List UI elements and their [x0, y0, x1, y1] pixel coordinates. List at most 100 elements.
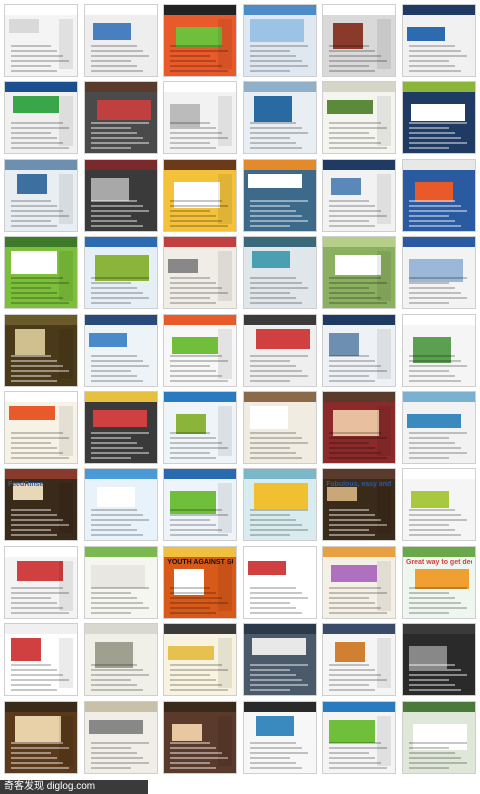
website-thumbnail[interactable] — [322, 236, 397, 310]
thumbnail-text-line — [329, 224, 376, 227]
thumbnail-content-block — [168, 646, 215, 661]
thumbnail-text-line — [11, 55, 63, 57]
website-thumbnail[interactable] — [322, 623, 397, 697]
website-thumbnail[interactable] — [4, 623, 78, 697]
website-thumbnail[interactable] — [322, 4, 397, 77]
website-thumbnail[interactable] — [322, 158, 397, 232]
website-thumbnail[interactable] — [83, 390, 158, 464]
website-thumbnail[interactable] — [83, 158, 158, 232]
website-thumbnail[interactable] — [163, 4, 238, 77]
thumbnail-text-line — [249, 70, 290, 72]
thumbnail-text-line — [408, 679, 449, 682]
thumbnail-sidebar — [59, 560, 73, 611]
thumbnail-text-line — [329, 199, 370, 202]
website-thumbnail[interactable] — [322, 545, 397, 619]
thumbnail-header-bar — [84, 159, 157, 170]
thumbnail-text-line — [408, 287, 455, 290]
website-thumbnail[interactable] — [83, 545, 158, 619]
website-thumbnail[interactable] — [401, 623, 476, 697]
website-thumbnail[interactable] — [163, 623, 238, 697]
website-thumbnail[interactable] — [401, 700, 476, 774]
website-thumbnail[interactable] — [83, 468, 158, 542]
website-thumbnail[interactable] — [83, 81, 158, 155]
website-thumbnail[interactable] — [242, 236, 317, 310]
website-thumbnail[interactable] — [4, 545, 78, 619]
website-thumbnail[interactable] — [322, 81, 397, 155]
website-thumbnail[interactable] — [163, 313, 238, 387]
website-thumbnail[interactable] — [163, 81, 238, 155]
website-thumbnail[interactable] — [401, 4, 476, 77]
website-thumbnail[interactable]: Great way to get deo online. — [401, 545, 476, 619]
website-thumbnail[interactable] — [322, 390, 397, 464]
website-thumbnail[interactable] — [242, 4, 317, 77]
website-thumbnail[interactable] — [83, 4, 158, 77]
website-thumbnail[interactable] — [401, 158, 476, 232]
website-thumbnail[interactable] — [83, 700, 158, 774]
website-thumbnail[interactable] — [401, 468, 476, 542]
thumbnail-text-line — [408, 761, 467, 764]
thumbnail-text-line — [170, 282, 217, 285]
website-thumbnail[interactable] — [4, 700, 78, 774]
thumbnail-text-line — [11, 761, 63, 764]
thumbnail-text-line — [329, 209, 382, 212]
website-thumbnail[interactable] — [242, 158, 317, 232]
website-thumbnail[interactable] — [401, 390, 476, 464]
thumbnail-content-block — [172, 336, 219, 354]
website-thumbnail[interactable]: FeedRinse — [4, 468, 78, 542]
thumbnail-text-line — [11, 514, 57, 517]
website-thumbnail[interactable] — [242, 623, 317, 697]
thumbnail-text-line — [11, 359, 57, 362]
thumbnail-text-line — [408, 292, 461, 295]
thumbnail-text-line — [11, 509, 51, 512]
thumbnail-sidebar — [218, 560, 233, 611]
website-thumbnail[interactable] — [401, 236, 476, 310]
thumbnail-text-line — [408, 65, 455, 67]
thumbnail-text-line — [11, 132, 51, 135]
website-thumbnail[interactable]: YOUTH AGAINST SUDOKU — [163, 545, 238, 619]
website-thumbnail[interactable] — [83, 623, 158, 697]
thumbnail-text-line — [170, 431, 211, 434]
website-thumbnail[interactable] — [401, 313, 476, 387]
thumbnail-text-line — [170, 224, 229, 227]
thumbnail-text-line — [11, 50, 57, 52]
thumbnail-text-line — [170, 142, 211, 145]
website-thumbnail[interactable] — [4, 236, 78, 310]
website-thumbnail[interactable] — [163, 236, 238, 310]
thumbnail-text-line — [170, 132, 223, 135]
website-thumbnail[interactable] — [163, 158, 238, 232]
website-thumbnail[interactable] — [242, 700, 317, 774]
website-thumbnail[interactable]: Fabulous, easy and good for you — [322, 468, 397, 542]
website-thumbnail[interactable] — [4, 390, 78, 464]
thumbnail-content-block — [251, 251, 290, 269]
website-thumbnail[interactable] — [83, 313, 158, 387]
website-thumbnail[interactable] — [4, 158, 78, 232]
website-thumbnail[interactable] — [242, 390, 317, 464]
website-thumbnail[interactable] — [163, 390, 238, 464]
website-thumbnail[interactable] — [242, 545, 317, 619]
thumbnail-content-block — [255, 715, 294, 736]
thumbnail-text-line — [90, 219, 137, 222]
thumbnail-text-line — [11, 224, 57, 227]
thumbnail-content-block — [410, 491, 449, 509]
thumbnail-text-line — [170, 456, 217, 459]
website-thumbnail[interactable] — [4, 313, 78, 387]
thumbnail-text-line — [408, 50, 461, 52]
thumbnail-text-line — [408, 436, 449, 439]
thumbnail-text-line — [329, 137, 376, 140]
website-thumbnail[interactable] — [322, 700, 397, 774]
thumbnail-text-line — [170, 199, 223, 202]
thumbnail-text-line — [90, 606, 149, 609]
website-thumbnail[interactable] — [83, 236, 158, 310]
website-thumbnail[interactable] — [242, 313, 317, 387]
website-thumbnail[interactable] — [322, 313, 397, 387]
website-thumbnail[interactable] — [163, 700, 238, 774]
thumbnail-header-bar — [5, 82, 77, 93]
website-thumbnail[interactable] — [4, 4, 78, 77]
thumbnail-text-line — [11, 204, 57, 207]
website-thumbnail[interactable] — [401, 81, 476, 155]
website-thumbnail[interactable] — [242, 468, 317, 542]
website-thumbnail[interactable] — [242, 81, 317, 155]
website-thumbnail[interactable] — [4, 81, 78, 155]
thumbnail-text-line — [90, 611, 131, 614]
website-thumbnail[interactable] — [163, 468, 238, 542]
